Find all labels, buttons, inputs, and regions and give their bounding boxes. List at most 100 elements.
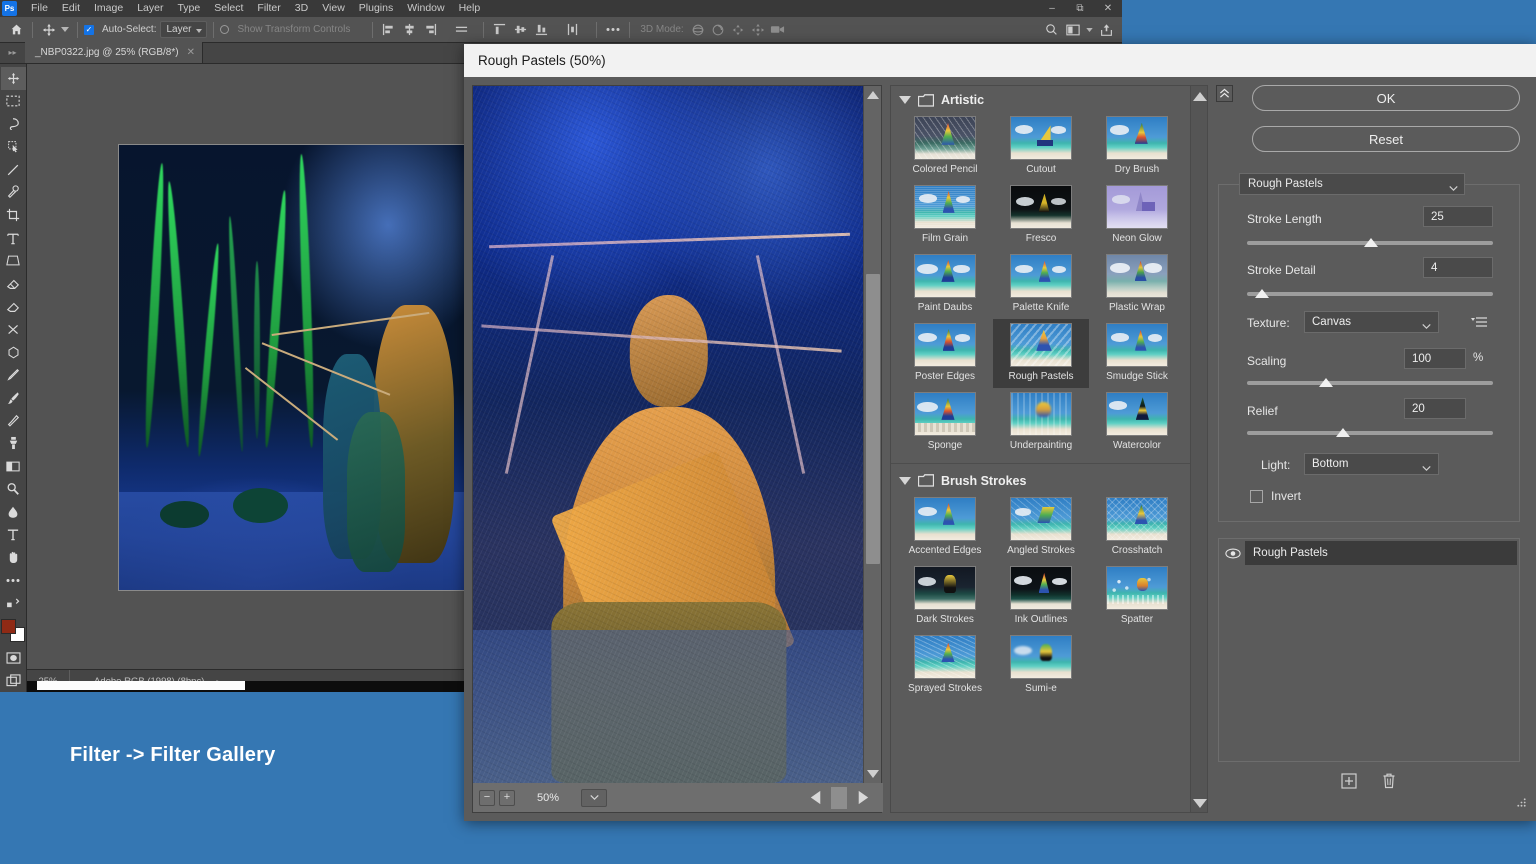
move-tool-icon[interactable]	[39, 20, 59, 40]
menu-item-file[interactable]: File	[24, 0, 55, 17]
move-tool-chevron-icon[interactable]	[59, 20, 71, 40]
filter-thumb-film-grain[interactable]: Film Grain	[897, 181, 993, 250]
eye-icon[interactable]	[1221, 541, 1245, 565]
stroke-detail-slider[interactable]	[1247, 292, 1493, 296]
tool-gradient[interactable]	[1, 295, 26, 318]
menu-item-filter[interactable]: Filter	[250, 0, 287, 17]
distribute-top-icon[interactable]	[490, 20, 509, 39]
trash-icon[interactable]	[1380, 772, 1398, 790]
minimize-icon[interactable]: –	[1038, 0, 1066, 17]
tool-marquee[interactable]	[1, 90, 26, 113]
distribute-vertical-centers-icon[interactable]	[511, 20, 530, 39]
align-top-edges-icon[interactable]	[452, 20, 471, 39]
filter-thumb-dark-strokes[interactable]: Dark Strokes	[897, 562, 993, 631]
close-icon[interactable]: ✕	[1094, 0, 1122, 17]
scroll-up-arrow-icon[interactable]	[1191, 88, 1207, 105]
tool-shuffle[interactable]	[1, 318, 26, 341]
preview-vertical-scrollbar[interactable]	[863, 86, 881, 783]
preview-hscroll-thumb[interactable]	[831, 786, 847, 809]
scaling-slider-thumb[interactable]	[1319, 378, 1333, 387]
filter-thumb-sponge[interactable]: Sponge	[897, 388, 993, 457]
filter-thumb-watercolor[interactable]: Watercolor	[1089, 388, 1185, 457]
flyout-menu-icon[interactable]	[1471, 315, 1487, 327]
filter-thumb-poster-edges[interactable]: Poster Edges	[897, 319, 993, 388]
resize-grip[interactable]	[1516, 795, 1528, 807]
tool-line[interactable]	[1, 158, 26, 181]
scroll-up-arrow-icon[interactable]	[866, 88, 880, 102]
invert-checkbox[interactable]	[1250, 490, 1263, 503]
effect-layer-row[interactable]: Rough Pastels	[1221, 541, 1517, 565]
triangle-down-icon[interactable]	[899, 476, 911, 485]
tool-healing-brush[interactable]	[1, 181, 26, 204]
menu-item-select[interactable]: Select	[207, 0, 250, 17]
scaling-value[interactable]: 100	[1404, 348, 1466, 369]
align-horizontal-centers-icon[interactable]	[400, 20, 419, 39]
tool-perspective-crop[interactable]	[1, 250, 26, 273]
filter-thumb-ink-outlines[interactable]: Ink Outlines	[993, 562, 1089, 631]
filter-thumb-smudge-stick[interactable]: Smudge Stick	[1089, 319, 1185, 388]
3d-orbit-icon[interactable]	[688, 20, 708, 40]
relief-value[interactable]: 20	[1404, 398, 1466, 419]
preview-scroll-thumb[interactable]	[866, 274, 880, 564]
menu-item-type[interactable]: Type	[170, 0, 207, 17]
close-icon[interactable]: ✕	[187, 47, 195, 58]
filter-thumb-spatter[interactable]: Spatter	[1089, 562, 1185, 631]
tool-move[interactable]	[0, 67, 26, 90]
restore-icon[interactable]: ⧉	[1066, 0, 1094, 17]
chevron-down-icon[interactable]	[581, 788, 607, 807]
effect-layer-name[interactable]: Rough Pastels	[1245, 541, 1517, 565]
menu-item-3d[interactable]: 3D	[288, 0, 315, 17]
home-icon[interactable]	[6, 20, 26, 40]
stroke-detail-value[interactable]: 4	[1423, 257, 1493, 278]
menu-item-view[interactable]: View	[315, 0, 352, 17]
new-effect-layer-icon[interactable]	[1340, 772, 1358, 790]
3d-camera-icon[interactable]	[768, 20, 788, 40]
document-tab[interactable]: _NBP0322.jpg @ 25% (RGB/8*) ✕	[25, 42, 203, 63]
color-swatches[interactable]	[1, 618, 25, 643]
stroke-length-value[interactable]: 25	[1423, 206, 1493, 227]
filter-thumb-fresco[interactable]: Fresco	[993, 181, 1089, 250]
filter-thumb-angled-strokes[interactable]: Angled Strokes	[993, 493, 1089, 562]
filter-thumb-colored-pencil[interactable]: Colored Pencil	[897, 112, 993, 181]
layer-dropdown[interactable]: Layer	[160, 21, 207, 38]
search-icon[interactable]	[1041, 20, 1061, 40]
workspace-chevron-icon[interactable]	[1085, 20, 1094, 40]
tool-eraser[interactable]	[1, 272, 26, 295]
3d-slide-icon[interactable]	[748, 20, 768, 40]
auto-select-checkbox[interactable]: ✓ Auto-Select:	[84, 24, 160, 35]
filter-thumb-accented-edges[interactable]: Accented Edges	[897, 493, 993, 562]
scroll-down-arrow-icon[interactable]	[1191, 795, 1207, 812]
tool-blur[interactable]	[1, 500, 26, 523]
tool-hand[interactable]	[1, 546, 26, 569]
stroke-length-slider-thumb[interactable]	[1364, 238, 1378, 247]
ok-button[interactable]: OK	[1252, 85, 1520, 111]
triangle-down-icon[interactable]	[899, 96, 911, 104]
filter-thumb-plastic-wrap[interactable]: Plastic Wrap	[1089, 250, 1185, 319]
workspace-icon[interactable]	[1063, 20, 1083, 40]
distribute-bottom-icon[interactable]	[532, 20, 551, 39]
stroke-detail-slider-thumb[interactable]	[1255, 289, 1269, 298]
3d-pan-icon[interactable]	[728, 20, 748, 40]
light-dropdown[interactable]: Bottom	[1304, 453, 1439, 475]
zoom-in-icon[interactable]: +	[499, 789, 515, 806]
ellipsis-icon[interactable]	[603, 20, 623, 40]
reset-button[interactable]: Reset	[1252, 126, 1520, 152]
previous-arrow-icon[interactable]	[801, 787, 831, 809]
double-chevron-up-icon[interactable]	[1216, 85, 1233, 102]
tool-screen-mode[interactable]	[1, 669, 26, 692]
filter-thumb-rough-pastels[interactable]: Rough Pastels	[993, 319, 1089, 388]
tool-dodge[interactable]	[1, 478, 26, 501]
tool-lasso[interactable]	[1, 113, 26, 136]
category-header-brush-strokes[interactable]: Brush Strokes	[891, 463, 1191, 493]
preview-zoom-value[interactable]: 50%	[519, 789, 577, 807]
zoom-out-icon[interactable]: −	[479, 789, 495, 806]
preview-horizontal-scroll[interactable]	[611, 786, 877, 809]
preview-image[interactable]	[473, 86, 865, 783]
align-left-edges-icon[interactable]	[379, 20, 398, 39]
share-icon[interactable]	[1096, 20, 1116, 40]
menu-item-image[interactable]: Image	[87, 0, 130, 17]
filter-thumb-paint-daubs[interactable]: Paint Daubs	[897, 250, 993, 319]
menu-item-edit[interactable]: Edit	[55, 0, 87, 17]
align-right-edges-icon[interactable]	[421, 20, 440, 39]
filter-thumb-crosshatch[interactable]: Crosshatch	[1089, 493, 1185, 562]
